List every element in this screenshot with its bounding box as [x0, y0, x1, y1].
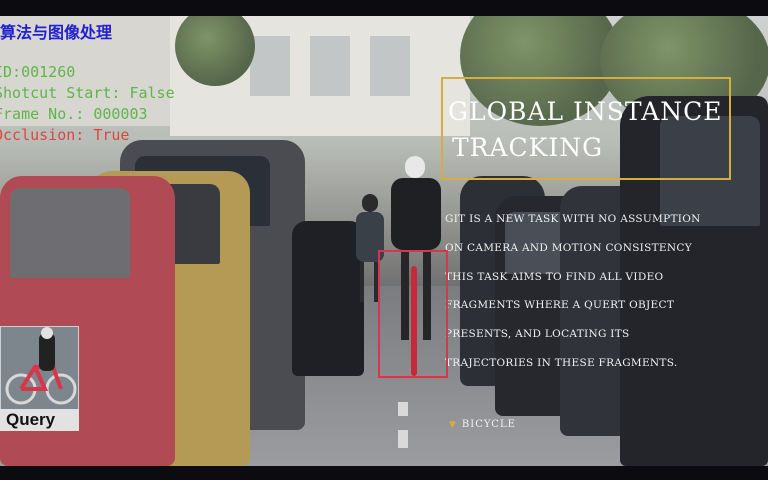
- description-line: PRESENTS, AND LOCATING ITS: [445, 328, 630, 341]
- title-line-2: TRACKING: [452, 133, 604, 162]
- title-frame: [441, 77, 731, 180]
- frame-number-text: Frame No.: 000003: [0, 105, 148, 123]
- description-line: GIT IS A NEW TASK WITH NO ASSUMPTION: [445, 213, 701, 225]
- channel-watermark: 算法与图像处理: [0, 23, 113, 42]
- description-line: THIS TASK AIMS TO FIND ALL VIDEO: [445, 270, 664, 283]
- triangle-down-icon: ▼: [449, 420, 457, 430]
- tracking-info-panel: ID:001260 Shotcut Start: False Frame No.…: [0, 62, 175, 146]
- shotcut-status-text: Shotcut Start: False: [0, 84, 175, 102]
- letterbox-top: [0, 0, 768, 16]
- query-label: Query: [0, 409, 79, 431]
- category-tag: ▼ BICYCLE: [449, 419, 516, 430]
- category-label: BICYCLE: [461, 419, 516, 430]
- description-line: ON CAMERA AND MOTION CONSISTENCY: [445, 241, 692, 254]
- description-line: TRAJECTORIES IN THESE FRAGMENTS.: [445, 356, 678, 369]
- building-window: [250, 36, 290, 96]
- letterbox-bottom: [0, 466, 768, 480]
- track-id-text: ID:001260: [0, 63, 76, 81]
- video-frame: 算法与图像处理 ID:001260 Shotcut Start: False F…: [0, 0, 768, 480]
- query-image: [0, 326, 79, 410]
- occlusion-status-text: Occlusion: True: [0, 126, 130, 144]
- description-line: FRAGMENTS WHERE A QUERT OBJECT: [445, 299, 675, 312]
- title-line-1: GLOBAL INSTANCE: [448, 97, 723, 126]
- lane-marking: [398, 402, 408, 416]
- building-window: [310, 36, 350, 96]
- car-windshield: [10, 188, 130, 278]
- bounding-box-icon: [378, 250, 448, 378]
- building-window: [370, 36, 410, 96]
- task-description: GIT IS A NEW TASK WITH NO ASSUMPTION ON …: [445, 205, 745, 378]
- query-bicycle-icon: [1, 327, 78, 409]
- lane-marking: [398, 430, 408, 448]
